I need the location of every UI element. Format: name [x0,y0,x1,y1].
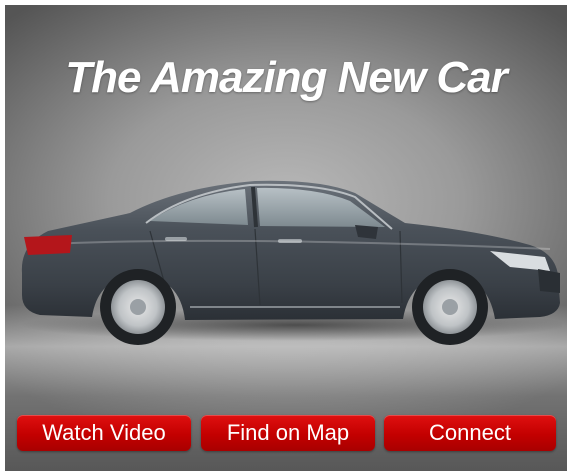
front-wheel [412,269,488,345]
ad-banner: The Amazing New Car Watch Video Find on … [5,5,567,471]
connect-button[interactable]: Connect [384,415,556,451]
hero-title: The Amazing New Car [65,53,507,102]
car-image [20,180,562,345]
rear-wheel [100,269,176,345]
watch-video-button[interactable]: Watch Video [17,415,191,451]
find-on-map-button[interactable]: Find on Map [201,415,375,451]
